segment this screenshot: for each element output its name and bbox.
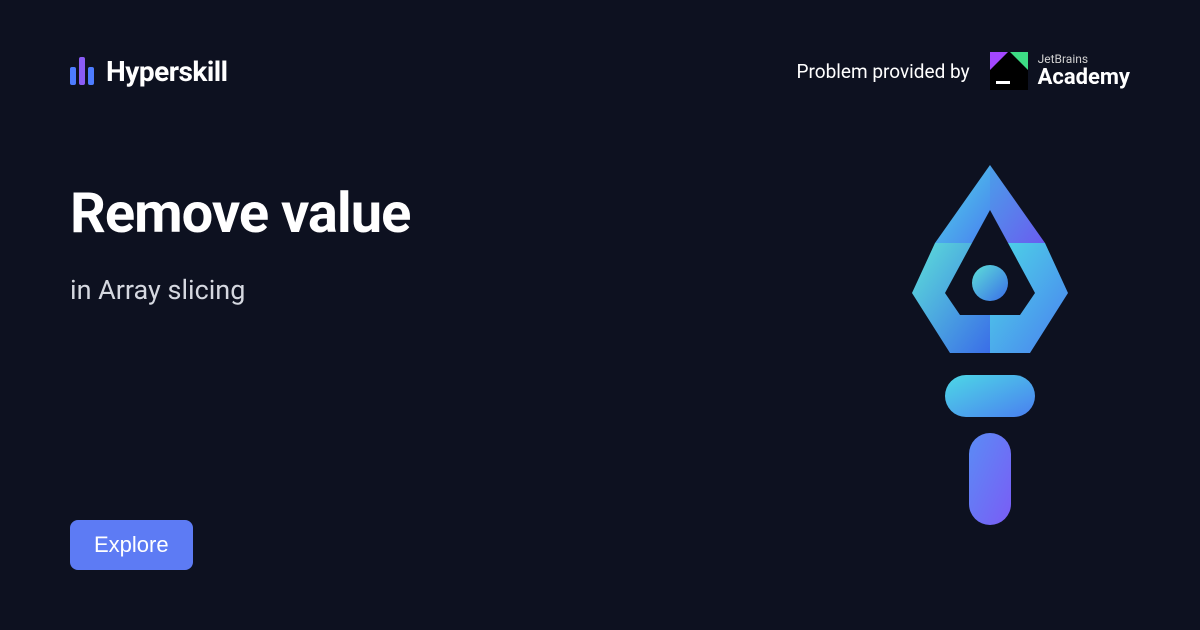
explore-button[interactable]: Explore	[70, 520, 193, 570]
jetbrains-academy-logo: JetBrains Academy	[990, 52, 1130, 90]
provided-by-label: Problem provided by	[797, 60, 970, 83]
hyperskill-logo: Hyperskill	[70, 55, 228, 88]
jetbrains-icon	[990, 52, 1028, 90]
provided-by: Problem provided by JetBrains Academy	[797, 52, 1130, 90]
jetbrains-academy-text: JetBrains Academy	[1038, 53, 1130, 89]
hyperskill-brand-text: Hyperskill	[106, 55, 228, 88]
pen-nib-icon	[890, 165, 1090, 525]
jetbrains-text-bottom: Academy	[1038, 66, 1130, 89]
hyperskill-icon	[70, 57, 94, 85]
header: Hyperskill Problem provided by JetBrains…	[0, 0, 1200, 90]
jetbrains-text-top: JetBrains	[1038, 53, 1130, 66]
